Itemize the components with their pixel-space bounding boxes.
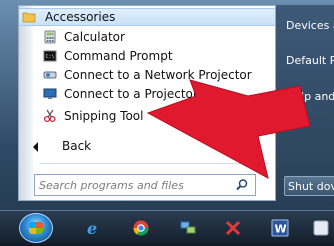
internet-explorer-icon[interactable]: e (84, 219, 102, 237)
scissors-icon (43, 109, 56, 123)
shut-down-label: Shut dov (288, 180, 334, 193)
back-label: Back (62, 139, 92, 153)
start-orb-icon[interactable] (19, 213, 53, 243)
right-pane-item-devices[interactable]: Devices a (286, 19, 334, 32)
svg-text:W: W (275, 223, 287, 236)
menu-item-label: Snipping Tool (64, 109, 144, 123)
menu-item-snipping-tool[interactable]: Snipping Tool (19, 107, 275, 126)
menu-item-projector[interactable]: Connect to a Projector (19, 85, 275, 104)
right-pane-item-default-programs[interactable]: Default P (286, 54, 334, 67)
word-icon[interactable]: W (271, 219, 289, 237)
chrome-icon[interactable] (132, 219, 150, 237)
network-projector-icon (43, 71, 57, 79)
command-prompt-icon: C:\ (43, 50, 57, 62)
right-pane-item-help[interactable]: Help and (286, 90, 334, 103)
folder-icon (22, 12, 36, 23)
menu-item-command-prompt[interactable]: C:\ Command Prompt (19, 47, 275, 66)
menu-item-label: Connect to a Network Projector (64, 68, 252, 82)
menu-item-label: Calculator (64, 30, 125, 44)
shut-down-button[interactable]: Shut dov (284, 176, 334, 196)
calculator-icon (44, 30, 56, 44)
accessories-label: Accessories (45, 10, 116, 24)
close-icon[interactable] (224, 219, 242, 237)
start-menu-programs-pane: Accessories Calculator C:\ Command Promp… (18, 5, 276, 201)
back-arrow-icon (33, 142, 38, 152)
magnifier-icon[interactable] (235, 178, 249, 192)
menu-item-label: Command Prompt (64, 49, 173, 63)
divider (39, 163, 269, 164)
svg-text:e: e (87, 219, 97, 237)
network-icon[interactable] (179, 219, 197, 237)
search-programs-field[interactable] (34, 174, 256, 196)
accessories-folder[interactable]: Accessories (19, 8, 275, 26)
projector-icon (43, 88, 57, 99)
search-input[interactable] (39, 177, 229, 193)
back-button[interactable]: Back (19, 137, 275, 156)
svg-text:C:\: C:\ (46, 54, 55, 60)
menu-item-calculator[interactable]: Calculator (19, 28, 275, 47)
app-icon[interactable] (312, 219, 330, 237)
menu-item-label: Connect to a Projector (64, 87, 198, 101)
start-menu-right-pane: Devices a Default P Help and (276, 5, 334, 201)
menu-item-network-projector[interactable]: Connect to a Network Projector (19, 66, 275, 85)
